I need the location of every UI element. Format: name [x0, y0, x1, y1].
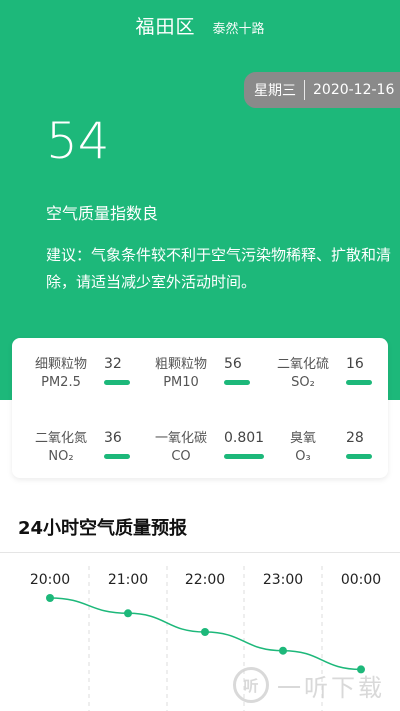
aqi-value: 54	[46, 112, 110, 170]
forecast-point	[279, 646, 287, 655]
pollutant-name: 一氧化碳 CO	[154, 431, 207, 464]
pollutant-value: 36	[104, 430, 122, 446]
forecast-point	[46, 594, 54, 602]
pollutant-no2[interactable]: 二氧化氮 NO₂ 36	[22, 412, 144, 472]
pollutant-value: 56	[224, 356, 242, 372]
forecast-divider	[0, 552, 400, 553]
pollutant-name: 粗颗粒物 PM10	[154, 357, 207, 390]
forecast-title: 24小时空气质量预报	[18, 518, 188, 539]
pollutant-bar	[346, 380, 372, 385]
forecast-time-label: 00:00	[341, 572, 381, 588]
pollutant-bar	[224, 454, 264, 459]
forecast-point	[124, 609, 132, 618]
pollutant-name: 二氧化氮 NO₂	[34, 431, 87, 464]
pollutant-bar	[104, 380, 130, 385]
forecast-point	[201, 628, 209, 636]
forecast-time-label: 20:00	[30, 572, 70, 588]
pollutant-bar	[224, 380, 250, 385]
weekday-label: 星期三	[254, 83, 296, 99]
street-name: 泰然十路	[212, 22, 265, 37]
pollutant-name: 臭氧 O₃	[289, 431, 316, 464]
pollutant-value: 0.801	[224, 430, 265, 446]
pollutant-value: 16	[346, 356, 364, 372]
pollutant-so2[interactable]: 二氧化硫 SO₂ 16	[264, 338, 386, 398]
pollutant-bar	[346, 454, 372, 459]
forecast-time-label: 22:00	[185, 572, 225, 588]
watermark: 听 一听下载	[233, 665, 398, 705]
date-label: 2020-12-16	[313, 82, 395, 98]
pollutant-card: 细颗粒物 PM2.5 32 粗颗粒物 PM10 56 二氧化硫 SO₂ 16 二…	[12, 338, 388, 478]
date-pill: 星期三 2020-12-16	[244, 72, 400, 108]
pollutant-co[interactable]: 一氧化碳 CO 0.801	[142, 412, 264, 472]
watermark-text: 一听下载	[277, 673, 385, 702]
pollutant-pm10[interactable]: 粗颗粒物 PM10 56	[142, 338, 264, 398]
aqi-quality-label: 空气质量指数良	[46, 204, 159, 223]
pollutant-bar	[104, 454, 130, 459]
location-header[interactable]: 福田区 泰然十路	[0, 12, 400, 39]
pollutant-pm25[interactable]: 细颗粒物 PM2.5 32	[22, 338, 144, 398]
pollutant-value: 28	[346, 430, 364, 446]
pollutant-value: 32	[104, 356, 122, 372]
forecast-time-label: 21:00	[108, 572, 148, 588]
pollutant-name: 二氧化硫 SO₂	[276, 357, 329, 390]
pollutant-o3[interactable]: 臭氧 O₃ 28	[264, 412, 386, 472]
health-advice: 建议：气象条件较不利于空气污染物稀释、扩散和清除，请适当减少室外活动时间。	[46, 246, 392, 291]
watermark-logo-icon: 听	[233, 667, 269, 703]
district-name: 福田区	[135, 16, 196, 38]
forecast-time-label: 23:00	[263, 572, 303, 588]
pollutant-name: 细颗粒物 PM2.5	[34, 357, 87, 390]
